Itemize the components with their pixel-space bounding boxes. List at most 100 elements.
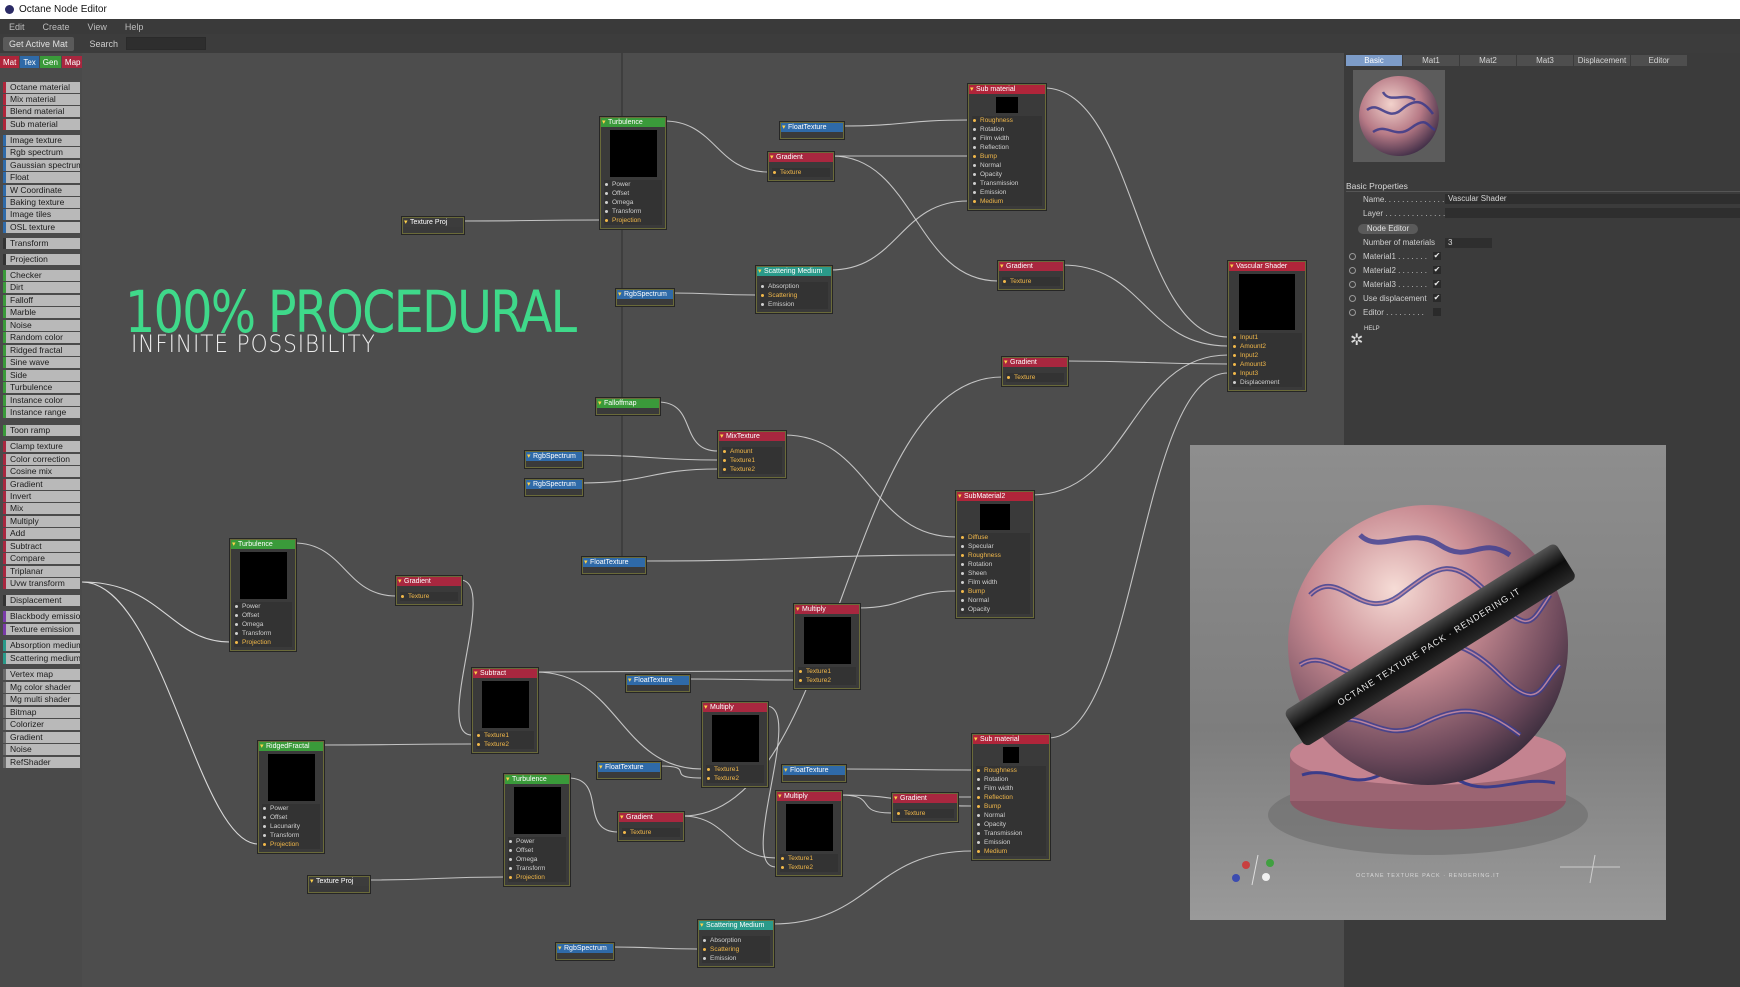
node-port[interactable]: Bump [972, 152, 1042, 161]
node-port[interactable]: Emission [760, 300, 828, 309]
node-turb1[interactable]: Turbulence PowerOffsetOmegaTransformProje… [600, 117, 666, 229]
node-port[interactable]: Opacity [960, 605, 1030, 614]
node-texproj1[interactable]: Texture Proj [402, 217, 464, 234]
node-port[interactable]: Reflection [976, 793, 1046, 802]
node-title[interactable]: Gradient [893, 794, 957, 803]
node-port[interactable]: Scattering [702, 945, 770, 954]
node-turb2[interactable]: Turbulence PowerOffsetOmegaTransformProje… [230, 539, 296, 651]
palette-item-scattering-medium[interactable]: Scattering medium [3, 653, 80, 664]
node-mixtex[interactable]: MixTexture AmountTexture1Texture2 [718, 431, 786, 478]
node-title[interactable]: MixTexture [719, 432, 785, 441]
node-port[interactable]: Amount [722, 447, 782, 456]
node-port[interactable]: Omega [508, 855, 566, 864]
palette-item-texture-emission[interactable]: Texture emission [3, 624, 80, 635]
palette-item-image-tiles[interactable]: Image tiles [3, 209, 80, 220]
palette-item-projection[interactable]: Projection [3, 254, 80, 265]
node-port[interactable]: Reflection [972, 143, 1042, 152]
node-title[interactable]: SubMaterial2 [957, 492, 1033, 501]
node-mult3[interactable]: Multiply Texture1Texture2 [776, 791, 842, 876]
palette-item-sub-material[interactable]: Sub material [3, 119, 80, 130]
node-port[interactable]: Transform [508, 864, 566, 873]
attr-tab-displacement[interactable]: Displacement [1574, 55, 1630, 66]
help-icon[interactable]: ✲ HELP [1350, 326, 1380, 350]
node-port[interactable]: Transmission [976, 829, 1046, 838]
palette-item-checker[interactable]: Checker [3, 270, 80, 281]
palette-item-blend-material[interactable]: Blend material [3, 106, 80, 117]
node-title[interactable]: Scattering Medium [699, 921, 773, 930]
menu-help[interactable]: Help [116, 22, 153, 32]
palette-item-dirt[interactable]: Dirt [3, 282, 80, 293]
node-port[interactable]: Input2 [1232, 351, 1302, 360]
node-port[interactable]: Texture2 [798, 676, 856, 685]
node-port[interactable]: Texture [400, 592, 458, 601]
node-rgb1[interactable]: RgbSpectrum [616, 289, 674, 306]
node-port[interactable]: Transform [234, 629, 292, 638]
palette-item-cosine-mix[interactable]: Cosine mix [3, 466, 80, 477]
category-tab-map[interactable]: Map [61, 56, 84, 68]
node-port[interactable]: Texture2 [722, 465, 782, 474]
node-port[interactable]: Lacunarity [262, 822, 320, 831]
menu-view[interactable]: View [79, 22, 116, 32]
node-port[interactable]: Bump [960, 587, 1030, 596]
node-title[interactable]: Gradient [619, 813, 683, 822]
node-port[interactable]: Rotation [972, 125, 1042, 134]
node-port[interactable]: Opacity [972, 170, 1042, 179]
node-port[interactable]: Offset [262, 813, 320, 822]
layer-field[interactable] [1445, 208, 1740, 218]
node-grad3[interactable]: Gradient Texture [1002, 357, 1068, 386]
palette-item-mg-color-shader[interactable]: Mg color shader [3, 682, 80, 693]
node-port[interactable]: Normal [972, 161, 1042, 170]
node-title[interactable]: RidgedFractal [259, 742, 323, 751]
node-mult2[interactable]: Multiply Texture1Texture2 [702, 702, 768, 787]
palette-item-refshader[interactable]: RefShader [3, 757, 80, 768]
node-port[interactable]: Projection [604, 216, 662, 225]
node-title[interactable]: Falloffmap [597, 399, 659, 408]
node-port[interactable]: Texture [622, 828, 680, 837]
node-title[interactable]: RgbSpectrum [617, 290, 673, 299]
node-grad6[interactable]: Gradient Texture [892, 793, 958, 822]
palette-item-mg-multi-shader[interactable]: Mg multi shader [3, 694, 80, 705]
node-title[interactable]: FloatTexture [583, 558, 645, 567]
menu-edit[interactable]: Edit [0, 22, 34, 32]
node-rgb2[interactable]: RgbSpectrum [525, 451, 583, 468]
node-title[interactable]: RgbSpectrum [526, 480, 582, 489]
option-checkbox[interactable]: ✔ [1433, 266, 1441, 274]
node-rgb3[interactable]: RgbSpectrum [525, 479, 583, 496]
node-floattex2[interactable]: FloatTexture [582, 557, 646, 574]
palette-item-gradient[interactable]: Gradient [3, 732, 80, 743]
node-port[interactable]: Bump [976, 802, 1046, 811]
category-tab-gen[interactable]: Gen [39, 56, 61, 68]
number-of-materials-field[interactable]: 3 [1445, 238, 1492, 248]
node-title[interactable]: RgbSpectrum [526, 452, 582, 461]
name-field[interactable]: Vascular Shader [1445, 194, 1740, 204]
node-title[interactable]: Vascular Shader [1229, 262, 1305, 271]
node-port[interactable]: Texture1 [798, 667, 856, 676]
category-tab-mat[interactable]: Mat [0, 56, 20, 68]
palette-item-clamp-texture[interactable]: Clamp texture [3, 441, 80, 452]
node-port[interactable]: Texture2 [476, 740, 534, 749]
node-title[interactable]: FloatTexture [781, 123, 843, 132]
node-port[interactable]: Texture2 [780, 863, 838, 872]
node-port[interactable]: Texture [1006, 373, 1064, 382]
node-port[interactable]: Texture [772, 168, 830, 177]
node-port[interactable]: Offset [508, 846, 566, 855]
palette-item-uvw-transform[interactable]: Uvw transform [3, 578, 80, 589]
node-port[interactable]: Amount2 [1232, 342, 1302, 351]
palette-item-falloff[interactable]: Falloff [3, 295, 80, 306]
node-port[interactable]: Film width [976, 784, 1046, 793]
palette-item-toon-ramp[interactable]: Toon ramp [3, 425, 80, 436]
palette-item-invert[interactable]: Invert [3, 491, 80, 502]
node-title[interactable]: Sub material [973, 735, 1049, 744]
node-port[interactable]: Specular [960, 542, 1030, 551]
option-radio[interactable] [1349, 253, 1356, 260]
node-port[interactable]: Roughness [960, 551, 1030, 560]
palette-item-add[interactable]: Add [3, 528, 80, 539]
node-grad1[interactable]: Gradient Texture [768, 152, 834, 181]
node-falloff[interactable]: Falloffmap [596, 398, 660, 415]
palette-item-absorption-medium[interactable]: Absorption medium [3, 640, 80, 651]
node-floattex5[interactable]: FloatTexture [782, 765, 846, 782]
node-port[interactable]: Medium [976, 847, 1046, 856]
node-port[interactable]: Power [508, 837, 566, 846]
node-port[interactable]: Transmission [972, 179, 1042, 188]
node-port[interactable]: Offset [234, 611, 292, 620]
